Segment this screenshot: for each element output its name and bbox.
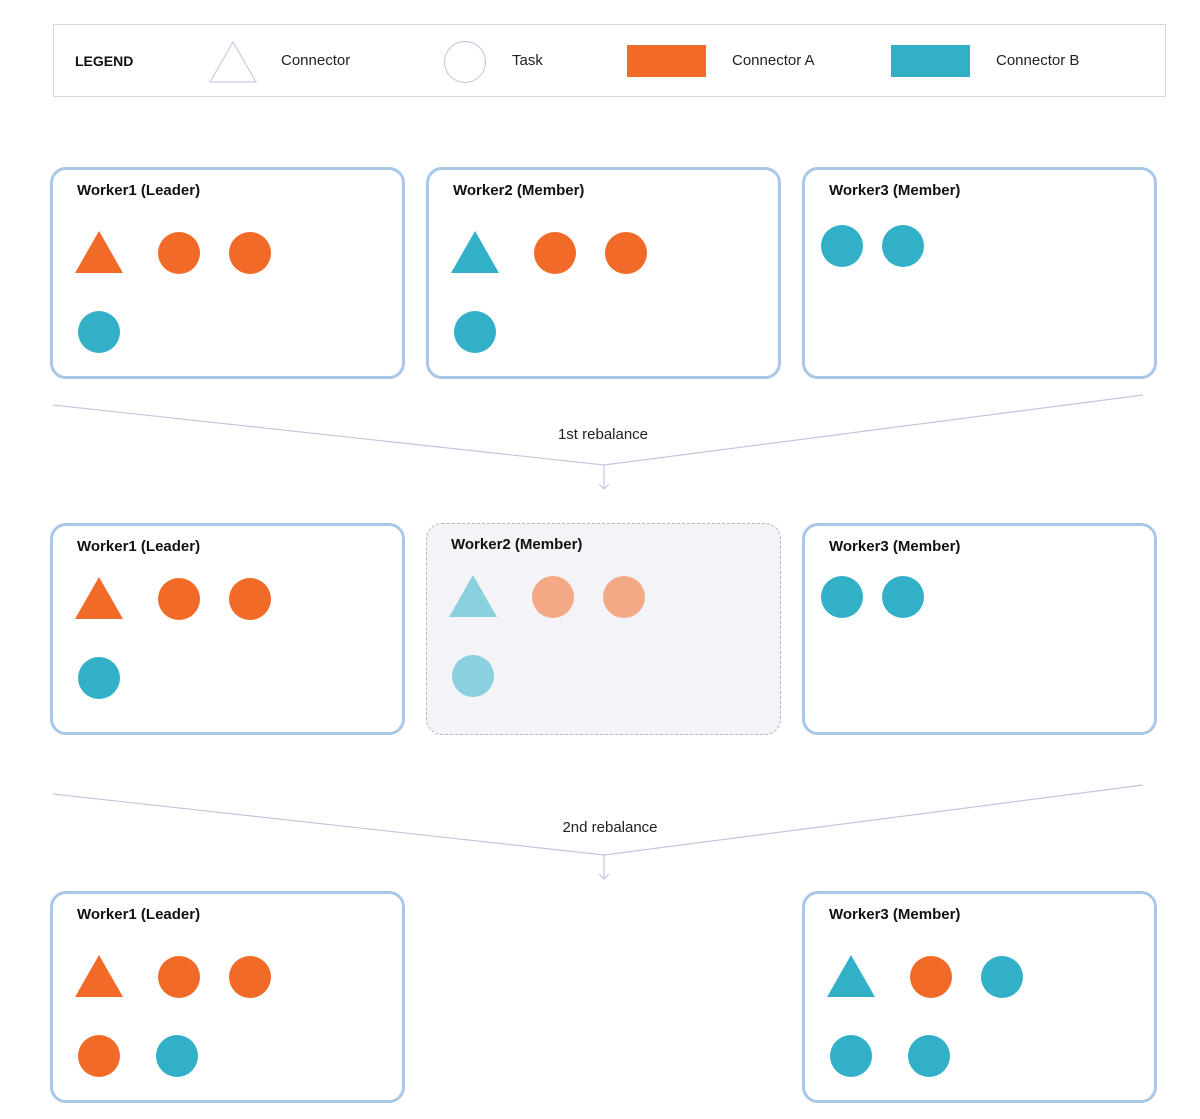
connector-b-icon: [449, 575, 497, 617]
worker-title: Worker1 (Leader): [77, 906, 201, 923]
worker-3-stage-2: Worker3 (Member): [802, 523, 1157, 735]
task-a-icon: [534, 232, 576, 274]
worker-title: Worker2 (Member): [453, 182, 585, 199]
worker-3-stage-1: Worker3 (Member): [802, 167, 1157, 379]
worker-title: Worker2 (Member): [451, 536, 583, 553]
worker-1-stage-3: Worker1 (Leader): [50, 891, 405, 1103]
rebalance-label-2: 2nd rebalance: [562, 819, 658, 836]
rebalance-label-1: 1st rebalance: [557, 426, 649, 443]
task-b-icon: [156, 1035, 198, 1077]
task-a-icon: [229, 578, 271, 620]
task-b-icon: [454, 311, 496, 353]
connector-a-icon: [75, 955, 123, 997]
worker-title: Worker3 (Member): [829, 538, 961, 555]
task-b-icon: [908, 1035, 950, 1077]
connector-a-icon: [75, 231, 123, 273]
task-a-icon: [532, 576, 574, 618]
worker-title: Worker1 (Leader): [77, 182, 201, 199]
task-b-icon: [821, 576, 863, 618]
task-a-icon: [158, 956, 200, 998]
connector-b-icon: [827, 955, 875, 997]
worker-2-stage-1: Worker2 (Member): [426, 167, 781, 379]
task-b-icon: [830, 1035, 872, 1077]
task-a-icon: [158, 578, 200, 620]
task-b-icon: [78, 657, 120, 699]
worker-3-stage-3: Worker3 (Member): [802, 891, 1157, 1103]
task-a-icon: [910, 956, 952, 998]
task-a-icon: [78, 1035, 120, 1077]
task-b-icon: [452, 655, 494, 697]
connector-a-icon: [75, 577, 123, 619]
task-a-icon: [229, 232, 271, 274]
task-a-icon: [229, 956, 271, 998]
task-b-icon: [981, 956, 1023, 998]
task-a-icon: [603, 576, 645, 618]
task-b-icon: [882, 225, 924, 267]
worker-title: Worker3 (Member): [829, 906, 961, 923]
worker-2-stage-2: Worker2 (Member): [426, 523, 781, 735]
worker-title: Worker3 (Member): [829, 182, 961, 199]
worker-1-stage-1: Worker1 (Leader): [50, 167, 405, 379]
task-b-icon: [821, 225, 863, 267]
connector-b-icon: [451, 231, 499, 273]
task-b-icon: [78, 311, 120, 353]
task-b-icon: [882, 576, 924, 618]
worker-title: Worker1 (Leader): [77, 538, 201, 555]
worker-1-stage-2: Worker1 (Leader): [50, 523, 405, 735]
task-a-icon: [158, 232, 200, 274]
task-a-icon: [605, 232, 647, 274]
